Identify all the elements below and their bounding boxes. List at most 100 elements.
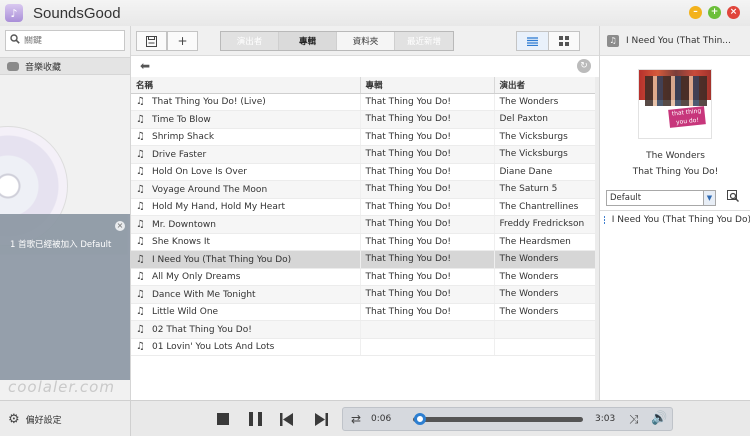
- music-collection-item[interactable]: 音樂收藏: [0, 57, 130, 75]
- song-album-cell: [360, 338, 495, 356]
- song-album-cell: That Thing You Do!: [360, 285, 495, 304]
- table-row[interactable]: ♫ Hold My Hand, Hold My Heart That Thing Y…: [131, 198, 596, 216]
- table-row[interactable]: ♫ Drive Faster That Thing You Do! The Vicks…: [131, 145, 596, 164]
- save-playlist-button[interactable]: [136, 31, 167, 51]
- table-row[interactable]: ♫ Mr. Downtown That Thing You Do! Freddy Fr…: [131, 215, 596, 234]
- table-row[interactable]: ♫ Dance With Me Tonight That Thing You Do!…: [131, 285, 596, 304]
- song-artist-cell: The Vicksburgs: [494, 128, 596, 146]
- tab-albums[interactable]: 專輯: [279, 32, 337, 50]
- notification-close-icon[interactable]: ×: [115, 221, 125, 231]
- list-view-button[interactable]: [517, 32, 548, 50]
- song-title-cell: ♫ Shrimp Shack: [131, 128, 361, 146]
- music-note-icon: ♫: [136, 288, 145, 300]
- maximize-button[interactable]: +: [708, 6, 721, 19]
- previous-button[interactable]: [277, 410, 297, 428]
- table-row[interactable]: ♫ Time To Blow That Thing You Do! Del Paxto…: [131, 110, 596, 129]
- music-note-icon: ♫: [136, 271, 145, 283]
- column-header-title[interactable]: 名稱: [131, 77, 361, 94]
- song-title-cell: ♫ Hold On Love Is Over: [131, 163, 361, 181]
- table-row[interactable]: ♫ Hold On Love Is Over That Thing You Do! D…: [131, 163, 596, 181]
- progress-panel: ⇄ 0:06 3:03 ⤨ 🔊: [342, 407, 673, 431]
- song-title-cell: ♫ All My Only Dreams: [131, 268, 361, 286]
- shuffle-icon[interactable]: ⤨: [629, 412, 639, 427]
- preferences-button[interactable]: ⚙ 偏好設定: [0, 401, 131, 436]
- next-button[interactable]: [311, 410, 331, 428]
- grid-view-button[interactable]: [548, 32, 579, 50]
- song-title: 02 That Thing You Do!: [152, 324, 252, 335]
- player-bar: ⚙ 偏好設定 ⇄ 0:06 3:03 ⤨ 🔊: [0, 400, 750, 436]
- search-box: [5, 30, 125, 51]
- song-artist-cell: The Vicksburgs: [494, 145, 596, 164]
- song-title-cell: ♫ Hold My Hand, Hold My Heart: [131, 198, 361, 216]
- column-header-album[interactable]: 專輯: [360, 77, 495, 94]
- music-note-icon: ♫: [136, 306, 145, 318]
- music-note-icon: ♫: [136, 201, 145, 213]
- watermark: coolaler.com: [8, 378, 115, 396]
- table-row[interactable]: ♫ 02 That Thing You Do!: [131, 320, 596, 339]
- now-playing-panel: ♫ I Need You (That Thin... that thing yo…: [599, 26, 750, 400]
- sidebar: 音樂收藏 × 1 首歌已經被加入 Default coolaler.com: [0, 26, 131, 400]
- song-artist-cell: The Chantrellines: [494, 198, 596, 216]
- table-row[interactable]: ♫ That Thing You Do! (Live) That Thing You…: [131, 93, 596, 111]
- refresh-icon[interactable]: ↻: [577, 59, 591, 73]
- add-button[interactable]: +: [167, 31, 198, 51]
- music-note-icon: ♫: [136, 323, 145, 335]
- song-album-cell: That Thing You Do!: [360, 198, 495, 216]
- view-toggle: [516, 31, 580, 51]
- progress-bar[interactable]: [413, 417, 583, 422]
- song-album-cell: That Thing You Do!: [360, 180, 495, 199]
- divider: [600, 210, 750, 211]
- next-icon: [315, 412, 328, 426]
- album-cover: that thing you do!: [638, 69, 712, 139]
- song-title: Hold My Hand, Hold My Heart: [152, 202, 286, 213]
- search-input[interactable]: [24, 35, 122, 46]
- table-header-row: 名稱 專輯 演出者: [131, 77, 596, 94]
- column-header-artist[interactable]: 演出者: [494, 77, 596, 94]
- music-note-icon: ♫: [136, 96, 145, 108]
- tab-artists[interactable]: 演出者: [221, 32, 279, 50]
- song-artist-cell: The Wonders: [494, 303, 596, 321]
- song-album-cell: That Thing You Do!: [360, 93, 495, 111]
- song-title: All My Only Dreams: [152, 272, 241, 283]
- stop-icon: [217, 413, 229, 425]
- table-row[interactable]: ♫ Little Wild One That Thing You Do! The Wo…: [131, 303, 596, 321]
- song-title-cell: ♫ Little Wild One: [131, 303, 361, 321]
- repeat-icon[interactable]: ⇄: [348, 412, 364, 426]
- table-row[interactable]: ♫ 01 Lovin' You Lots And Lots: [131, 338, 596, 356]
- stop-button[interactable]: [213, 410, 233, 428]
- song-title: Hold On Love Is Over: [152, 167, 247, 178]
- playlist-search-button[interactable]: [725, 190, 741, 206]
- playlist-item[interactable]: I Need You (That Thing You Do): [600, 212, 750, 228]
- playlist-search-icon: [727, 190, 739, 202]
- pause-button[interactable]: [245, 410, 265, 428]
- song-title: I Need You (That Thing You Do): [152, 254, 292, 265]
- song-artist-cell: Del Paxton: [494, 110, 596, 129]
- table-row[interactable]: ♫ Voyage Around The Moon That Thing You Do…: [131, 180, 596, 199]
- music-note-icon: ♫: [136, 253, 145, 265]
- song-title-cell: ♫ Voyage Around The Moon: [131, 180, 361, 199]
- progress-slider-knob[interactable]: [414, 413, 427, 425]
- back-arrow-icon[interactable]: ⬅: [140, 59, 150, 73]
- song-title: Drive Faster: [152, 149, 207, 160]
- playlist-select[interactable]: Default ▼: [606, 190, 716, 206]
- table-row[interactable]: ♫ Shrimp Shack That Thing You Do! The Vicks…: [131, 128, 596, 146]
- song-title-cell: ♫ That Thing You Do! (Live): [131, 93, 361, 111]
- pause-icon: [248, 412, 262, 426]
- music-collection-label: 音樂收藏: [25, 62, 62, 73]
- save-icon: [146, 35, 157, 47]
- song-title: Shrimp Shack: [152, 132, 215, 143]
- music-note-icon: ♫: [136, 218, 145, 230]
- song-title-cell: ♫ I Need You (That Thing You Do): [131, 250, 361, 269]
- tab-folders[interactable]: 資料夾: [337, 32, 395, 50]
- minimize-button[interactable]: –: [689, 6, 702, 19]
- playlist-item-title: I Need You (That Thing You Do): [611, 215, 750, 225]
- table-row[interactable]: ♫ She Knows It That Thing You Do! The Heard…: [131, 233, 596, 251]
- close-button[interactable]: ×: [727, 6, 740, 19]
- toolbar: + 演出者 專輯 資料夾 最近新增: [131, 26, 599, 56]
- tab-recently-added[interactable]: 最近新增: [395, 32, 453, 50]
- table-row[interactable]: ♫ I Need You (That Thing You Do) That Thin…: [131, 250, 596, 269]
- cover-photo: [645, 76, 707, 106]
- volume-icon[interactable]: 🔊: [651, 411, 667, 426]
- window-controls: – + ×: [689, 6, 740, 19]
- table-row[interactable]: ♫ All My Only Dreams That Thing You Do! The…: [131, 268, 596, 286]
